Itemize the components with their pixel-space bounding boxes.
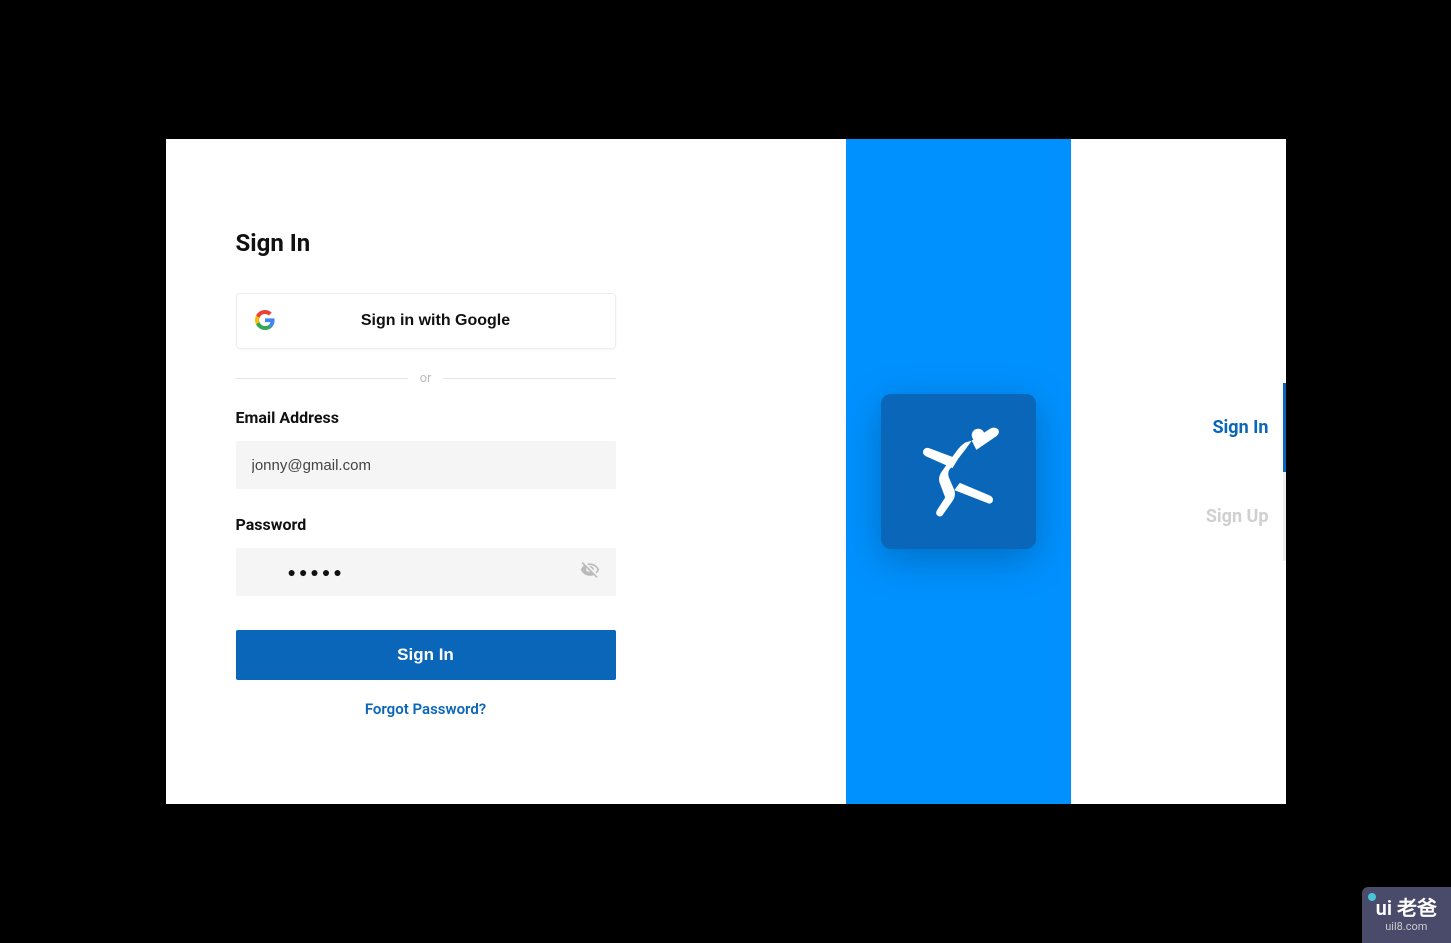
form-panel: Sign In Sign in with Google or Email Add… <box>166 139 846 804</box>
email-input[interactable] <box>252 457 600 474</box>
google-signin-label: Sign in with Google <box>275 312 597 330</box>
divider-line <box>236 378 408 379</box>
google-icon <box>255 310 275 333</box>
watermark-badge: ui 老爸 uil8.com <box>1362 887 1451 943</box>
login-card: Sign In Sign in with Google or Email Add… <box>166 139 1286 804</box>
logo-tile <box>881 394 1036 549</box>
password-label: Password <box>236 515 776 534</box>
email-input-wrapper <box>236 441 616 489</box>
page-title: Sign In <box>236 229 776 257</box>
divider-line <box>443 378 615 379</box>
nav-signin-label: Sign In <box>1212 417 1282 438</box>
nav-panel: Sign In Sign Up <box>1071 139 1286 804</box>
visibility-off-icon[interactable] <box>580 560 600 584</box>
watermark-text: ui 老爸 <box>1376 897 1437 919</box>
google-signin-button[interactable]: Sign in with Google <box>236 293 616 349</box>
nav-signin[interactable]: Sign In <box>1071 383 1286 472</box>
tag-dot-icon <box>1368 893 1376 901</box>
watermark-url: uil8.com <box>1385 921 1427 933</box>
password-input[interactable]: ●●●●● <box>252 564 580 581</box>
nav-signup-label: Sign Up <box>1206 506 1283 527</box>
brand-stripe <box>846 139 1071 804</box>
divider: or <box>236 371 616 386</box>
signin-button[interactable]: Sign In <box>236 630 616 680</box>
password-input-wrapper: ●●●●● <box>236 548 616 596</box>
forgot-password-link[interactable]: Forgot Password? <box>236 700 616 718</box>
jumping-person-icon <box>903 415 1013 529</box>
email-label: Email Address <box>236 408 776 427</box>
divider-text: or <box>408 371 444 386</box>
nav-signup[interactable]: Sign Up <box>1071 472 1286 561</box>
